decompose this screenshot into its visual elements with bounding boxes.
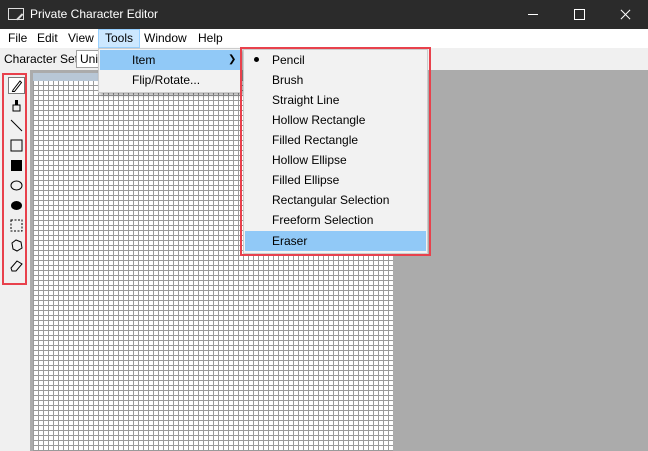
submenu-hollow-rectangle-label: Hollow Rectangle bbox=[272, 113, 366, 127]
menu-tools[interactable]: Tools bbox=[98, 29, 141, 48]
checked-bullet-icon bbox=[254, 57, 259, 62]
submenu-eraser-label: Eraser bbox=[272, 234, 308, 248]
menu-bar: File Edit View Tools Window Help bbox=[0, 29, 648, 48]
app-icon bbox=[8, 8, 24, 20]
submenu-pencil[interactable]: Pencil bbox=[245, 50, 426, 70]
hollow-ellipse-icon[interactable] bbox=[8, 177, 25, 194]
menu-view[interactable]: View bbox=[62, 29, 100, 48]
title-bar: Private Character Editor bbox=[0, 0, 648, 29]
pencil-icon[interactable] bbox=[8, 77, 25, 94]
filled-rectangle-icon[interactable] bbox=[8, 157, 25, 174]
submenu-pencil-label: Pencil bbox=[272, 53, 305, 67]
submenu-filled-rectangle[interactable]: Filled Rectangle bbox=[245, 130, 426, 150]
character-set-label: Character Set: bbox=[4, 52, 82, 66]
filled-ellipse-icon[interactable] bbox=[8, 197, 25, 214]
freeform-selection-icon[interactable] bbox=[8, 237, 25, 254]
item-submenu: Pencil Brush Straight Line Hollow Rectan… bbox=[243, 49, 428, 254]
rectangular-selection-icon[interactable] bbox=[8, 217, 25, 234]
submenu-filled-rectangle-label: Filled Rectangle bbox=[272, 133, 359, 147]
submenu-rectangular-selection-label: Rectangular Selection bbox=[272, 193, 390, 207]
tools-menu-flip-rotate-label: Flip/Rotate... bbox=[132, 73, 201, 87]
window-title: Private Character Editor bbox=[30, 7, 159, 21]
maximize-button[interactable] bbox=[556, 0, 602, 29]
submenu-brush-label: Brush bbox=[272, 73, 304, 87]
submenu-straight-line[interactable]: Straight Line bbox=[245, 90, 426, 110]
submenu-eraser[interactable]: Eraser bbox=[245, 231, 426, 251]
toolbox bbox=[0, 70, 31, 451]
submenu-straight-line-label: Straight Line bbox=[272, 93, 340, 107]
submenu-hollow-ellipse-label: Hollow Ellipse bbox=[272, 153, 347, 167]
tools-menu-item-label: Item bbox=[132, 53, 156, 67]
chevron-right-icon: ❯ bbox=[228, 54, 237, 65]
submenu-rectangular-selection[interactable]: Rectangular Selection bbox=[245, 190, 426, 210]
menu-edit[interactable]: Edit bbox=[31, 29, 64, 48]
submenu-filled-ellipse-label: Filled Ellipse bbox=[272, 173, 340, 187]
eraser-icon[interactable] bbox=[8, 257, 25, 274]
submenu-freeform-selection[interactable]: Freeform Selection bbox=[245, 210, 426, 230]
straight-line-icon[interactable] bbox=[8, 117, 25, 134]
submenu-hollow-ellipse[interactable]: Hollow Ellipse bbox=[245, 150, 426, 170]
tools-menu-flip-rotate[interactable]: Flip/Rotate... bbox=[100, 70, 240, 90]
submenu-hollow-rectangle[interactable]: Hollow Rectangle bbox=[245, 110, 426, 130]
submenu-filled-ellipse[interactable]: Filled Ellipse bbox=[245, 170, 426, 190]
brush-icon[interactable] bbox=[8, 97, 25, 114]
submenu-brush[interactable]: Brush bbox=[245, 70, 426, 90]
menu-help[interactable]: Help bbox=[192, 29, 229, 48]
tools-dropdown-menu: Item ❯ Flip/Rotate... bbox=[98, 48, 242, 93]
tools-menu-item[interactable]: Item ❯ bbox=[100, 50, 240, 70]
minimize-button[interactable] bbox=[510, 0, 556, 29]
close-button[interactable] bbox=[602, 0, 648, 29]
menu-window[interactable]: Window bbox=[138, 29, 193, 48]
tool-group-highlight bbox=[2, 73, 27, 285]
submenu-freeform-selection-label: Freeform Selection bbox=[272, 213, 374, 227]
hollow-rectangle-icon[interactable] bbox=[8, 137, 25, 154]
menu-file[interactable]: File bbox=[2, 29, 33, 48]
